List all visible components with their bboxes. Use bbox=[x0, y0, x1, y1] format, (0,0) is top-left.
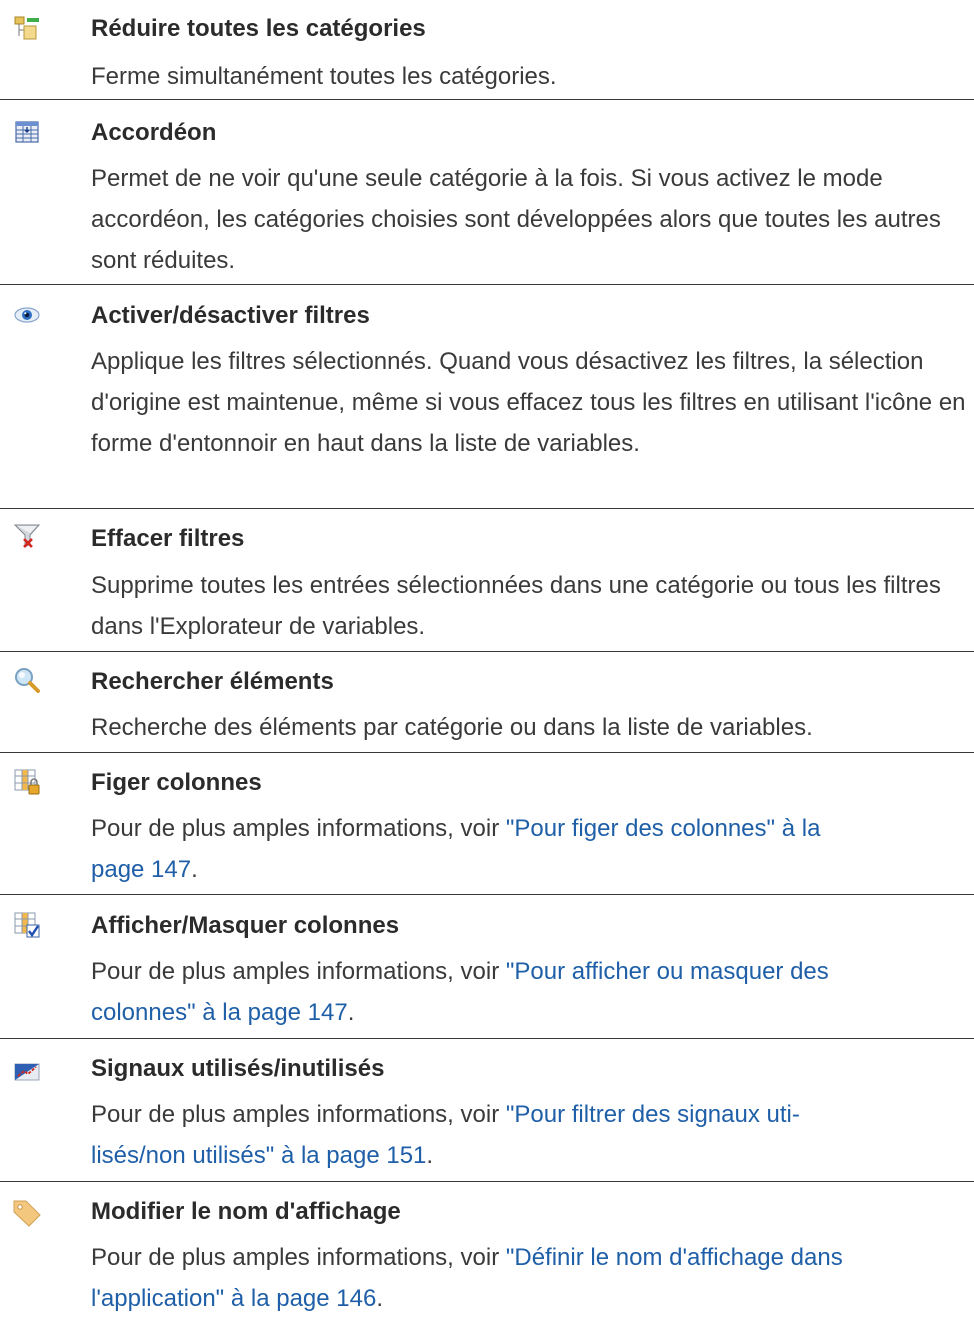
divider bbox=[0, 752, 974, 753]
entry-description: Pour de plus amples informations, voir "… bbox=[91, 808, 971, 890]
collapse-categories-icon bbox=[14, 16, 40, 42]
entry-description: Recherche des éléments par catégorie ou … bbox=[91, 714, 813, 741]
divider bbox=[0, 284, 974, 285]
entry-description: Pour de plus amples informations, voir "… bbox=[91, 1237, 971, 1319]
entry-description: Ferme simultanément toutes les catégorie… bbox=[91, 63, 557, 90]
description-suffix: . bbox=[426, 1142, 434, 1169]
entry-title: Réduire toutes les catégories bbox=[91, 15, 426, 42]
entry-description: Supprime toutes les entrées sélectionnée… bbox=[91, 572, 941, 640]
show-hide-columns-icon bbox=[14, 912, 40, 938]
divider bbox=[0, 508, 974, 509]
used-unused-signals-icon bbox=[14, 1058, 40, 1084]
entry-description: Pour de plus amples informations, voir "… bbox=[91, 951, 971, 1033]
entry-description: Pour de plus amples informations, voir "… bbox=[91, 1094, 971, 1176]
description-text: Pour de plus amples informations, voir bbox=[91, 815, 506, 842]
freeze-columns-icon bbox=[14, 769, 40, 795]
clear-filter-funnel-icon bbox=[14, 523, 40, 549]
entry-title: Effacer filtres bbox=[91, 525, 245, 552]
entry-title: Rechercher éléments bbox=[91, 668, 334, 695]
entry-title: Afficher/Masquer colonnes bbox=[91, 912, 400, 939]
divider bbox=[0, 1038, 974, 1039]
description-suffix: . bbox=[191, 856, 198, 883]
divider bbox=[0, 651, 974, 652]
divider bbox=[0, 1181, 974, 1182]
entry-title: Modifier le nom d'affichage bbox=[91, 1198, 401, 1225]
tag-icon bbox=[12, 1198, 42, 1228]
description-text: Pour de plus amples informations, voir bbox=[91, 1101, 506, 1128]
description-suffix: . bbox=[347, 999, 355, 1026]
description-suffix: . bbox=[376, 1285, 383, 1312]
entry-description: Permet de ne voir qu'une seule catégorie… bbox=[91, 165, 941, 274]
accordion-icon bbox=[14, 119, 40, 145]
entry-title: Figer colonnes bbox=[91, 769, 262, 796]
entry-description: Applique les filtres sélectionnés. Quand… bbox=[91, 348, 966, 457]
entry-title: Accordéon bbox=[91, 119, 217, 146]
eye-icon bbox=[14, 302, 40, 328]
divider bbox=[0, 99, 974, 100]
magnifier-icon bbox=[14, 667, 40, 693]
entry-title: Activer/désactiver filtres bbox=[91, 302, 370, 329]
divider bbox=[0, 894, 974, 895]
entry-title: Signaux utilisés/inutilisés bbox=[91, 1055, 385, 1082]
description-text: Pour de plus amples informations, voir bbox=[91, 958, 506, 985]
description-text: Pour de plus amples informations, voir bbox=[91, 1244, 506, 1271]
